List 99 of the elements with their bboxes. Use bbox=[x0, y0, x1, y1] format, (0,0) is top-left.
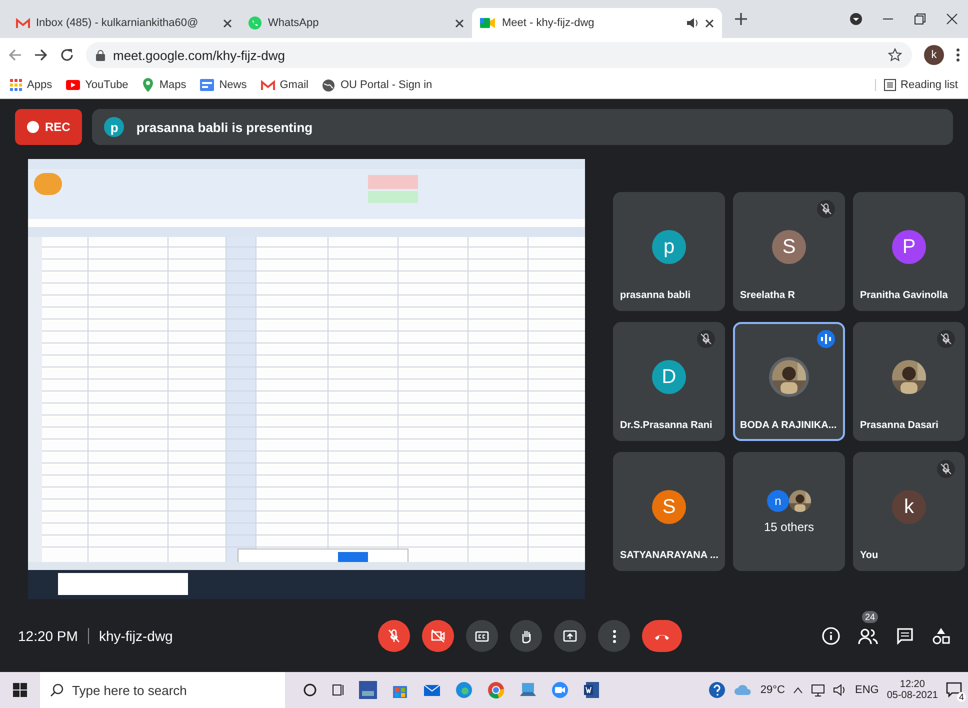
participant-name: BODA A RAJINIKA... bbox=[740, 420, 837, 431]
help-icon[interactable] bbox=[708, 681, 726, 699]
forward-arrow-icon[interactable] bbox=[34, 48, 48, 62]
network-icon[interactable] bbox=[811, 683, 825, 697]
avatar: P bbox=[892, 230, 926, 264]
upload-screen-icon bbox=[562, 628, 578, 644]
participant-count: 24 bbox=[862, 611, 878, 623]
present-button[interactable] bbox=[554, 620, 586, 652]
bookmark-link[interactable]: OU Portal - Sign in bbox=[340, 79, 432, 91]
bookmark-link[interactable]: Gmail bbox=[280, 79, 308, 91]
participant-name: prasanna babli bbox=[620, 290, 691, 301]
phone-icon bbox=[655, 632, 669, 640]
close-icon[interactable] bbox=[455, 18, 464, 28]
avatar: p bbox=[652, 230, 686, 264]
bookmark-link[interactable]: News bbox=[219, 79, 247, 91]
muted-microphone-icon bbox=[386, 628, 402, 644]
bookmark-link[interactable]: Maps bbox=[159, 79, 186, 91]
clock-text[interactable]: 12:20 05-08-2021 bbox=[886, 679, 938, 701]
avatar: D bbox=[652, 360, 686, 394]
media-control-icon[interactable] bbox=[850, 13, 862, 25]
participant-name: Pranitha Gavinolla bbox=[860, 290, 948, 301]
browser-tab[interactable]: Meet - khy-fijz-dwg bbox=[472, 8, 722, 38]
caret-icon[interactable] bbox=[793, 686, 803, 694]
browser-tab[interactable]: WhatsApp bbox=[240, 8, 472, 38]
speaker-icon[interactable] bbox=[687, 18, 699, 28]
captions-button[interactable] bbox=[466, 620, 498, 652]
participant-name: You bbox=[860, 550, 878, 561]
globe-icon bbox=[322, 78, 336, 92]
language-indicator[interactable]: ENG bbox=[855, 684, 879, 696]
map-pin-icon bbox=[142, 78, 154, 92]
browser-tab[interactable]: Inbox (485) - kulkarniankitha60@ bbox=[8, 8, 240, 38]
temperature-text: 29°C bbox=[760, 684, 785, 696]
mail-m-icon bbox=[260, 80, 275, 90]
camera-off-button[interactable] bbox=[422, 620, 454, 652]
reading-list-button[interactable]: Reading list bbox=[900, 79, 958, 91]
lock-icon bbox=[96, 50, 105, 60]
tab-title: Meet - khy-fijz-dwg bbox=[502, 17, 596, 29]
star-icon[interactable] bbox=[888, 48, 902, 62]
video-camera-icon[interactable] bbox=[551, 681, 569, 699]
people-icon[interactable] bbox=[858, 627, 878, 645]
close-icon[interactable] bbox=[705, 18, 714, 28]
circle-icon[interactable] bbox=[303, 683, 317, 697]
microphone-off-button[interactable] bbox=[378, 620, 410, 652]
windows-logo-icon[interactable] bbox=[13, 683, 27, 697]
shapes-icon[interactable] bbox=[932, 627, 950, 645]
grid-icon bbox=[10, 79, 22, 91]
document-icon[interactable] bbox=[583, 681, 601, 699]
participant-name: Sreelatha R bbox=[740, 290, 796, 301]
crossed-camera-icon bbox=[430, 628, 446, 644]
search-icon bbox=[50, 683, 64, 697]
back-arrow-icon[interactable] bbox=[8, 48, 22, 62]
volume-icon[interactable] bbox=[833, 683, 847, 697]
play-button-icon bbox=[66, 80, 80, 90]
task-view-icon[interactable] bbox=[331, 683, 345, 697]
participant-name: Prasanna Dasari bbox=[860, 420, 938, 431]
avatar: S bbox=[772, 230, 806, 264]
tab-title: WhatsApp bbox=[268, 17, 320, 29]
plus-icon[interactable] bbox=[734, 12, 748, 26]
audio-level-icon bbox=[821, 334, 831, 344]
participant-name: Dr.S.Prasanna Rani bbox=[620, 420, 712, 431]
participant-name: 15 others bbox=[764, 520, 814, 534]
presenter-text: prasanna babli is presenting bbox=[136, 120, 313, 134]
cloud-icon bbox=[734, 684, 752, 696]
app-tile-icon[interactable] bbox=[359, 681, 377, 699]
info-icon[interactable] bbox=[822, 627, 840, 645]
chat-bubble-icon bbox=[248, 16, 262, 30]
computer-icon[interactable] bbox=[519, 681, 537, 699]
more-icon bbox=[612, 630, 616, 642]
url-text: meet.google.com/khy-fijz-dwg bbox=[113, 48, 285, 62]
more-icon[interactable] bbox=[956, 48, 960, 62]
chat-icon[interactable] bbox=[896, 627, 914, 645]
avatar: k bbox=[892, 490, 926, 524]
avatar: S bbox=[652, 490, 686, 524]
taskbar-search-field[interactable]: Type here to search bbox=[40, 672, 285, 708]
list-icon bbox=[884, 79, 896, 91]
notification-icon[interactable] bbox=[946, 682, 962, 698]
profile-avatar[interactable]: k bbox=[924, 45, 944, 65]
newspaper-icon bbox=[200, 79, 214, 91]
avatar: n bbox=[767, 490, 789, 512]
recording-badge: REC bbox=[15, 109, 82, 145]
bookmark-link[interactable]: Apps bbox=[27, 79, 52, 91]
restore-icon[interactable] bbox=[914, 13, 926, 25]
participant-name: SATYANARAYANA ... bbox=[620, 550, 718, 561]
close-icon[interactable] bbox=[946, 13, 958, 25]
record-dot-icon bbox=[27, 121, 39, 133]
bookmark-link[interactable]: YouTube bbox=[85, 79, 128, 91]
video-camera-icon bbox=[480, 17, 496, 29]
leave-call-button[interactable] bbox=[642, 620, 682, 652]
close-icon[interactable] bbox=[223, 18, 232, 28]
avatar: p bbox=[104, 117, 124, 137]
tab-title: Inbox (485) - kulkarniankitha60@ bbox=[36, 17, 200, 29]
raise-hand-button[interactable] bbox=[510, 620, 542, 652]
meeting-time: 12:20 PM bbox=[18, 628, 78, 644]
mail-m-icon bbox=[16, 18, 30, 28]
reload-icon[interactable] bbox=[60, 48, 74, 62]
notification-count: 4 bbox=[956, 692, 966, 702]
meeting-code: khy-fijz-dwg bbox=[98, 628, 173, 644]
more-options-button[interactable] bbox=[598, 620, 630, 652]
address-bar[interactable]: meet.google.com/khy-fijz-dwg bbox=[86, 42, 912, 68]
